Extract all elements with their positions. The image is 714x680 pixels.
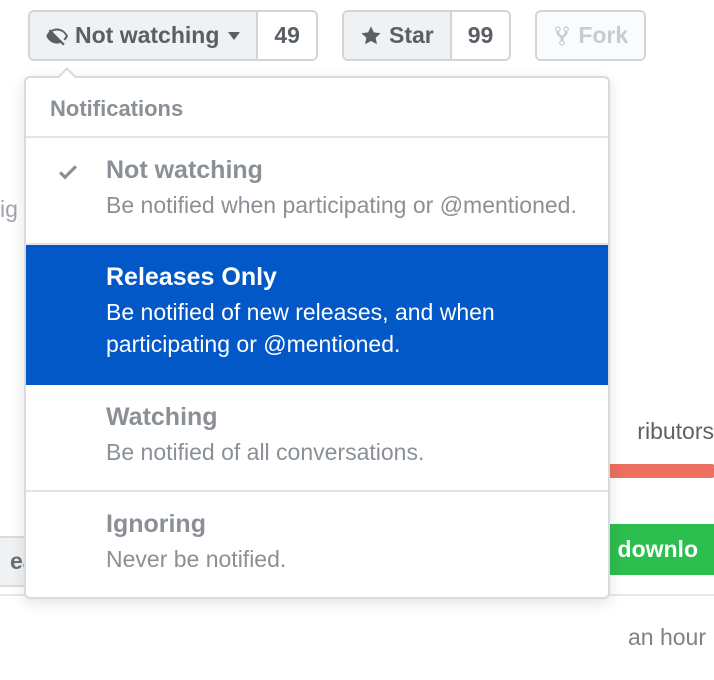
dropdown-item-desc: Be notified when participating or @menti… (106, 189, 584, 221)
star-icon (360, 25, 382, 47)
fork-icon (553, 25, 571, 47)
bg-time-fragment: an hour (628, 624, 706, 651)
dropdown-item-releases-only[interactable]: Releases Only Be notified of new release… (26, 245, 608, 384)
dropdown-item-ignoring[interactable]: Ignoring Never be notified. (26, 492, 608, 597)
dropdown-item-watching[interactable]: Watching Be notified of all conversation… (26, 385, 608, 492)
fork-button[interactable]: Fork (537, 12, 644, 59)
fork-group: Fork (535, 10, 646, 61)
dropdown-item-title: Not watching (106, 156, 584, 185)
dropdown-item-title: Ignoring (106, 510, 584, 539)
repo-action-toolbar: Not watching 49 Star 99 Fork (28, 10, 646, 61)
star-count[interactable]: 99 (450, 12, 510, 59)
bg-contributors-fragment: ributors (637, 418, 714, 445)
check-icon (56, 160, 80, 189)
watch-label: Not watching (75, 22, 219, 49)
dropdown-item-title: Releases Only (106, 263, 584, 292)
dropdown-item-title: Watching (106, 403, 584, 432)
dropdown-header: Notifications (26, 78, 608, 138)
dropdown-item-desc: Never be notified. (106, 543, 584, 575)
bg-download-button: downlo (602, 524, 714, 575)
watch-group: Not watching 49 (28, 10, 318, 61)
watch-button[interactable]: Not watching (30, 12, 256, 59)
star-group: Star 99 (342, 10, 511, 61)
star-label: Star (389, 22, 434, 49)
chevron-down-icon (228, 32, 240, 40)
bg-lang-stripe-1 (594, 464, 714, 478)
dropdown-item-not-watching[interactable]: Not watching Be notified when participat… (26, 138, 608, 245)
bg-fragment: ig (0, 196, 18, 223)
star-button[interactable]: Star (344, 12, 450, 59)
notifications-dropdown: Notifications Not watching Be notified w… (24, 76, 610, 599)
dropdown-item-desc: Be notified of all conversations. (106, 436, 584, 468)
mute-icon (46, 25, 68, 47)
watch-count[interactable]: 49 (256, 12, 316, 59)
dropdown-item-desc: Be notified of new releases, and when pa… (106, 296, 584, 360)
fork-label: Fork (578, 22, 628, 49)
